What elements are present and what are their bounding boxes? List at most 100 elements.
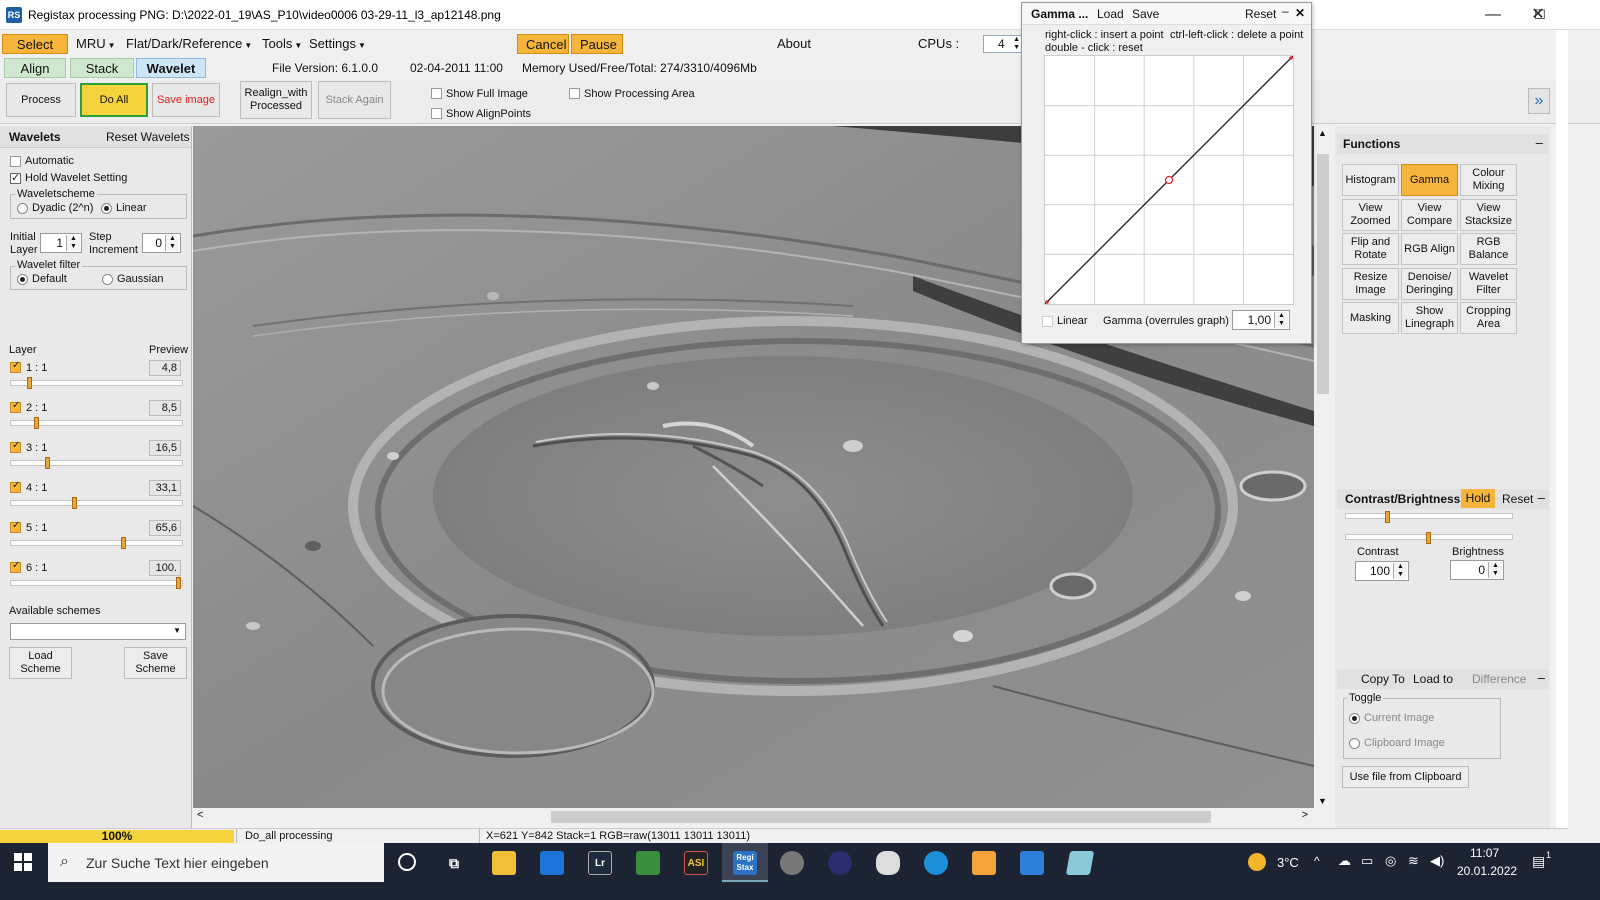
save-scheme-button[interactable]: Save Scheme: [124, 647, 187, 679]
horizontal-scroll-thumb[interactable]: [551, 811, 1211, 823]
minimize-icon[interactable]: [1470, 0, 1516, 30]
layer-slider-thumb[interactable]: [176, 577, 181, 589]
layer-enable-checkbox[interactable]: [10, 480, 21, 493]
checkbox-icon[interactable]: [431, 108, 442, 120]
load-scheme-button[interactable]: Load Scheme: [9, 647, 72, 679]
cpus-spinner[interactable]: 4 ▲ ▼: [983, 35, 1023, 53]
automatic-checkbox[interactable]: Automatic: [10, 155, 74, 167]
spin-arrows-icon[interactable]: ▲ ▼: [1013, 36, 1020, 52]
hold-button[interactable]: Hold: [1461, 489, 1495, 508]
flip-and-rotate-button[interactable]: Flip and Rotate: [1342, 233, 1399, 265]
minimize-icon[interactable]: –: [1282, 4, 1289, 18]
layer-slider[interactable]: [10, 380, 183, 386]
view-zoomed-button[interactable]: View Zoomed: [1342, 198, 1399, 231]
expand-panel-icon[interactable]: »: [1528, 88, 1550, 114]
lightroom-icon[interactable]: Lr: [588, 851, 612, 875]
chevron-up-icon[interactable]: ^: [1314, 854, 1320, 868]
menu-mru[interactable]: MRU ▼: [68, 34, 124, 54]
notes-icon[interactable]: [1065, 851, 1095, 875]
collapse-icon[interactable]: –: [1538, 670, 1545, 685]
contrast-slider[interactable]: [1345, 513, 1513, 519]
layer-enable-checkbox[interactable]: [10, 360, 21, 373]
save-image-button[interactable]: Save image: [152, 83, 220, 117]
layer-enable-checkbox[interactable]: [10, 400, 21, 413]
rgb-balance-button[interactable]: RGB Balance: [1460, 233, 1517, 265]
layer-preview-value[interactable]: 100.: [149, 560, 181, 576]
contrast-slider-thumb[interactable]: [1385, 511, 1390, 523]
gamma-load-button[interactable]: Load: [1097, 7, 1124, 21]
layer-slider-thumb[interactable]: [121, 537, 126, 549]
notification-icon[interactable]: ▤: [1532, 853, 1545, 870]
spin-arrows-icon[interactable]: ▲ ▼: [1488, 562, 1502, 578]
show-linegraph-button[interactable]: Show Linegraph: [1401, 302, 1458, 334]
clock-time[interactable]: 11:07: [1470, 846, 1499, 860]
scroll-up-icon[interactable]: ▲: [1318, 128, 1327, 138]
menu-settings[interactable]: Settings ▼: [301, 34, 374, 54]
layer-preview-value[interactable]: 16,5: [149, 440, 181, 456]
webcam-icon[interactable]: ◎: [1385, 853, 1396, 869]
gaussian-filter-radio[interactable]: Gaussian: [102, 273, 163, 285]
gamma-linear-checkbox[interactable]: Linear: [1042, 315, 1088, 327]
layer-preview-value[interactable]: 65,6: [149, 520, 181, 536]
clock-date[interactable]: 20.01.2022: [1457, 864, 1517, 878]
checkbox-icon[interactable]: [569, 88, 580, 100]
copy-to-button[interactable]: Copy To: [1361, 672, 1405, 686]
scroll-down-icon[interactable]: ▼: [1318, 796, 1327, 806]
layer-preview-value[interactable]: 8,5: [149, 400, 181, 416]
masking-button[interactable]: Masking: [1342, 302, 1399, 334]
scroll-right-icon[interactable]: >: [1302, 809, 1308, 821]
layer-enable-checkbox[interactable]: [10, 440, 21, 453]
clipboard-image-radio[interactable]: Clipboard Image: [1349, 737, 1445, 749]
brightness-spinner[interactable]: 0 ▲ ▼: [1450, 560, 1504, 580]
color-app-icon[interactable]: [636, 851, 660, 875]
close-icon[interactable]: ✕: [1295, 6, 1305, 20]
task-view-icon[interactable]: ⧉: [442, 851, 466, 875]
gamma-reset-button[interactable]: Reset: [1245, 7, 1276, 21]
show-processing-area-checkbox[interactable]: Show Processing Area: [569, 86, 695, 100]
initial-layer-spinner[interactable]: 1 ▲ ▼: [40, 233, 82, 253]
photos-icon[interactable]: [1020, 851, 1044, 875]
cloud-icon[interactable]: ☁: [1338, 853, 1351, 869]
layer-preview-value[interactable]: 4,8: [149, 360, 181, 376]
scroll-left-icon[interactable]: <: [197, 809, 203, 821]
gamma-button[interactable]: Gamma: [1401, 164, 1458, 196]
wifi-icon[interactable]: ≋: [1408, 853, 1419, 869]
view-stacksize-button[interactable]: View Stacksize: [1460, 198, 1517, 231]
gamma-value-spinner[interactable]: 1,00 ▲ ▼: [1232, 310, 1290, 330]
collapse-icon[interactable]: –: [1538, 490, 1545, 505]
gamma-curve-graph[interactable]: [1044, 55, 1294, 305]
moon-app-icon[interactable]: [780, 851, 804, 875]
rgb-align-button[interactable]: RGB Align: [1401, 233, 1458, 265]
denoise-deringing-button[interactable]: Denoise/ Deringing: [1401, 267, 1458, 300]
wavelet-filter-button[interactable]: Wavelet Filter: [1460, 267, 1517, 300]
layer-slider-thumb[interactable]: [34, 417, 39, 429]
mail-icon[interactable]: [540, 851, 564, 875]
load-to-button[interactable]: Load to: [1413, 672, 1453, 686]
linear-radio[interactable]: Linear: [101, 202, 147, 214]
chevron-down-icon[interactable]: ▼: [173, 626, 181, 635]
collapse-icon[interactable]: –: [1536, 135, 1543, 150]
weather-icon[interactable]: [1248, 853, 1266, 871]
menu-flat-dark-reference[interactable]: Flat/Dark/Reference ▼: [118, 34, 260, 54]
layer-slider[interactable]: [10, 580, 183, 586]
spin-arrows-icon[interactable]: ▲ ▼: [1393, 563, 1407, 579]
stellarium-icon[interactable]: [828, 851, 852, 875]
difference-button[interactable]: Difference: [1472, 672, 1526, 686]
cropping-area-button[interactable]: Cropping Area: [1460, 302, 1517, 334]
default-filter-radio[interactable]: Default: [17, 273, 67, 285]
reset-contrast-button[interactable]: Reset: [1502, 492, 1533, 506]
layer-slider[interactable]: [10, 460, 183, 466]
cortana-icon[interactable]: [398, 853, 416, 871]
stack-again-button[interactable]: Stack Again: [318, 81, 391, 119]
file-explorer-icon[interactable]: [492, 851, 516, 875]
windows-start-icon[interactable]: [14, 853, 32, 871]
dyadic-radio[interactable]: Dyadic (2^n): [17, 202, 93, 214]
use-file-from-clipboard-button[interactable]: Use file from Clipboard: [1342, 766, 1469, 788]
show-alignpoints-checkbox[interactable]: Show AlignPoints: [431, 106, 531, 120]
select-button[interactable]: Select: [2, 34, 68, 54]
edge-icon[interactable]: [924, 851, 948, 875]
show-full-image-checkbox[interactable]: Show Full Image: [431, 86, 528, 100]
view-compare-button[interactable]: View Compare: [1401, 198, 1458, 231]
layer-slider[interactable]: [10, 540, 183, 546]
asi-icon[interactable]: ASI: [684, 851, 708, 875]
